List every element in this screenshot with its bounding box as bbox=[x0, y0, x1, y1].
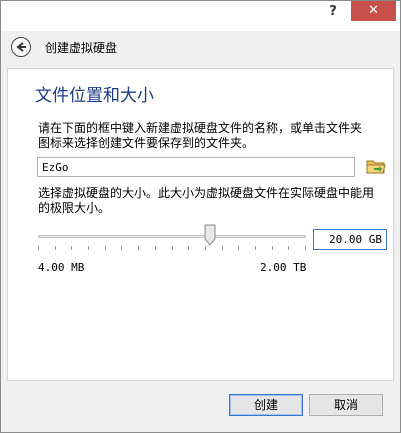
file-name-input[interactable] bbox=[37, 157, 355, 177]
max-size-label: 2.00 TB bbox=[260, 261, 306, 274]
size-slider-track[interactable] bbox=[38, 235, 306, 238]
cancel-button[interactable]: 取消 bbox=[309, 394, 383, 416]
folder-browse-icon bbox=[366, 157, 386, 175]
slider-tick bbox=[222, 246, 223, 250]
slider-tick bbox=[255, 246, 256, 250]
disk-size-input[interactable] bbox=[313, 229, 387, 250]
content-panel: 文件位置和大小 请在下面的框中键入新建虚拟硬盘文件的名称，或单击文件夹图标来选择… bbox=[7, 68, 394, 381]
slider-tick bbox=[121, 246, 122, 250]
slider-tick bbox=[38, 246, 39, 250]
arrow-left-icon bbox=[14, 40, 28, 54]
slider-tick bbox=[55, 246, 56, 250]
help-button[interactable]: ? bbox=[319, 1, 347, 23]
choose-folder-button[interactable] bbox=[366, 157, 386, 175]
wizard-header: 创建虚拟硬盘 bbox=[1, 31, 400, 65]
size-description: 选择虚拟硬盘的大小。此大小为虚拟硬盘文件在实际硬盘中能用的极限大小。 bbox=[38, 186, 378, 216]
title-bar: ? ✕ bbox=[1, 1, 400, 31]
min-size-label: 4.00 MB bbox=[38, 261, 84, 274]
slider-tick bbox=[155, 246, 156, 250]
size-slider-thumb[interactable] bbox=[204, 224, 216, 246]
slider-ticks bbox=[38, 246, 306, 251]
close-button[interactable]: ✕ bbox=[351, 1, 396, 21]
slider-tick bbox=[188, 246, 189, 250]
location-description: 请在下面的框中键入新建虚拟硬盘文件的名称，或单击文件夹图标来选择创建文件要保存到… bbox=[38, 121, 368, 151]
back-button[interactable] bbox=[11, 37, 31, 57]
slider-tick bbox=[138, 246, 139, 250]
slider-tick bbox=[88, 246, 89, 250]
slider-tick bbox=[305, 246, 306, 250]
create-button[interactable]: 创建 bbox=[229, 394, 303, 416]
slider-tick bbox=[288, 246, 289, 250]
slider-tick bbox=[272, 246, 273, 250]
dialog-window: ? ✕ 创建虚拟硬盘 文件位置和大小 请在下面的框中键入新建虚拟硬盘文件的名称，… bbox=[0, 0, 401, 433]
slider-tick bbox=[205, 246, 206, 250]
slider-tick bbox=[71, 246, 72, 250]
slider-tick bbox=[172, 246, 173, 250]
wizard-title: 创建虚拟硬盘 bbox=[45, 39, 117, 56]
slider-tick bbox=[105, 246, 106, 250]
slider-tick bbox=[238, 246, 239, 250]
page-title: 文件位置和大小 bbox=[35, 81, 154, 106]
